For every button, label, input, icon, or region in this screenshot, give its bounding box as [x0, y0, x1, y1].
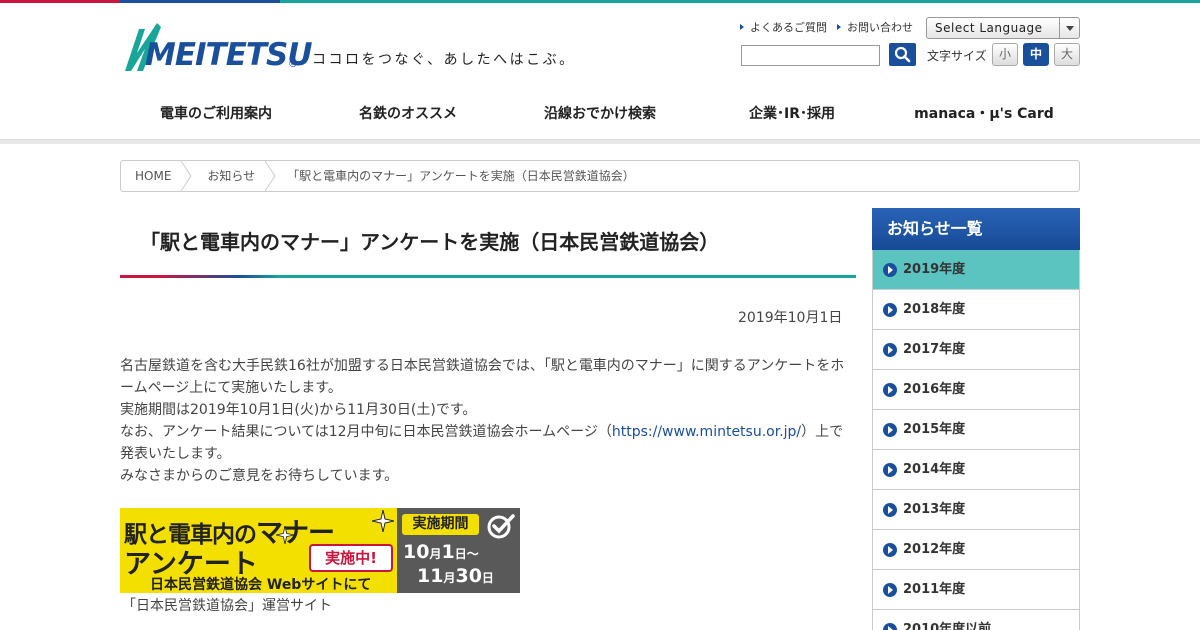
sidebar-item-2016[interactable]: 2016年度 [873, 370, 1079, 410]
arrow-right-icon [883, 623, 897, 630]
top-accent-bar [0, 0, 1200, 3]
sidebar-item-2015[interactable]: 2015年度 [873, 410, 1079, 450]
language-select[interactable]: Select Language [926, 17, 1080, 39]
contact-link[interactable]: お問い合わせ [837, 19, 913, 35]
article-date: 2019年10月1日 [738, 310, 843, 326]
nav-item-outing-search[interactable]: 沿線おでかけ検索 [504, 96, 696, 132]
breadcrumb: HOME お知らせ 「駅と電車内のマナー」アンケートを実施（日本民営鉄道協会） [120, 160, 1080, 192]
language-select-label: Select Language [935, 21, 1043, 35]
sidebar-list: 2019年度 2018年度 2017年度 2016年度 2015年度 2014年… [872, 250, 1080, 630]
sparkle-icon [276, 526, 294, 544]
banner-end-date: 11月30日 [417, 565, 494, 587]
breadcrumb-separator-icon [181, 161, 193, 191]
arrow-right-icon [883, 303, 897, 317]
sidebar-item-2017[interactable]: 2017年度 [873, 330, 1079, 370]
arrow-right-icon [883, 383, 897, 397]
sidebar-item-2011[interactable]: 2011年度 [873, 570, 1079, 610]
breadcrumb-home[interactable]: HOME [121, 161, 193, 191]
banner-subtitle: 日本民営鉄道協会 Webサイトにて [150, 577, 372, 593]
search-icon [894, 46, 911, 63]
breadcrumb-current: 「駅と電車内のマナー」アンケートを実施（日本民営鉄道協会） [287, 169, 635, 183]
arrow-right-icon [883, 343, 897, 357]
mintetsu-link[interactable]: https://www.mintetsu.or.jp/ [612, 424, 801, 440]
article-paragraph: なお、アンケート結果については12月中旬に日本民営鉄道協会ホームページ（http… [120, 421, 856, 465]
arrow-right-icon [883, 263, 897, 277]
nav-item-recommend[interactable]: 名鉄のオススメ [312, 96, 504, 132]
arrow-right-icon [883, 543, 897, 557]
arrow-right-icon [883, 583, 897, 597]
global-nav: 電車のご利用案内 名鉄のオススメ 沿線おでかけ検索 企業･IR･採用 manac… [120, 96, 1080, 132]
search-input[interactable] [741, 45, 880, 66]
sidebar-heading: お知らせ一覧 [872, 208, 1080, 250]
faq-link[interactable]: よくあるご質問 [740, 19, 827, 35]
title-underline [120, 275, 856, 278]
banner-start-date: 10月1日～ [403, 541, 479, 563]
article-paragraph: 名古屋鉄道を含む大手民鉄16社が加盟する日本民営鉄道協会では、「駅と電車内のマナ… [120, 358, 845, 396]
arrow-right-icon [883, 503, 897, 517]
article-body: 名古屋鉄道を含む大手民鉄16社が加盟する日本民営鉄道協会では、「駅と電車内のマナ… [120, 355, 856, 487]
breadcrumb-separator-icon [265, 161, 276, 191]
sidebar-item-2019[interactable]: 2019年度 [873, 250, 1079, 290]
article-paragraph: みなさまからのご意見をお待ちしています。 [120, 468, 399, 484]
logo-wordmark: MEITETSU [145, 37, 313, 73]
check-circle-icon [487, 514, 515, 539]
sparkle-icon [372, 510, 394, 532]
article-text: なお、アンケート結果については12月中旬に日本民営鉄道協会ホームページ（ [120, 424, 612, 440]
article-paragraph: 実施期間は2019年10月1日(火)から11月30日(土)です。 [120, 402, 477, 418]
banner-left-panel: 駅と電車内のマナー アンケート 実施中! 日本民営鉄道協会 Webサイトにて [120, 508, 397, 593]
arrow-right-icon [883, 463, 897, 477]
breadcrumb-news-label: お知らせ [207, 169, 256, 183]
font-size-small-button[interactable]: 小 [992, 43, 1018, 66]
font-size-large-button[interactable]: 大 [1054, 43, 1080, 66]
tagline: ココロをつなぐ、あしたへはこぶ。 [312, 52, 576, 68]
sidebar-item-2010-earlier[interactable]: 2010年度以前 [873, 610, 1079, 630]
nav-item-corporate[interactable]: 企業･IR･採用 [696, 96, 888, 132]
banner-period-label: 実施期間 [402, 514, 479, 535]
breadcrumb-news[interactable]: お知らせ [193, 161, 277, 191]
banner-ongoing-badge: 実施中! [309, 544, 393, 572]
sidebar-item-2018[interactable]: 2018年度 [873, 290, 1079, 330]
font-size-medium-button[interactable]: 中 [1023, 43, 1049, 66]
page-title: 「駅と電車内のマナー」アンケートを実施（日本民営鉄道協会） [140, 230, 720, 254]
sidebar-item-2014[interactable]: 2014年度 [873, 450, 1079, 490]
banner-right-panel: 実施期間 10月1日～ 11月30日 [397, 508, 520, 593]
sidebar-item-2013[interactable]: 2013年度 [873, 490, 1079, 530]
nav-item-train-guide[interactable]: 電車のご利用案内 [120, 96, 312, 132]
survey-banner[interactable]: 駅と電車内のマナー アンケート 実施中! 日本民営鉄道協会 Webサイトにて 実… [120, 508, 520, 593]
arrow-right-icon [883, 423, 897, 437]
logo-registered-mark: ® [288, 59, 298, 70]
breadcrumb-home-label: HOME [135, 169, 172, 183]
chevron-down-icon [1059, 18, 1079, 38]
font-size-label: 文字サイズ [927, 49, 987, 63]
nav-divider [0, 139, 1200, 144]
search-button[interactable] [889, 43, 916, 66]
meitetsu-logo[interactable]: MEITETSU ® [123, 23, 313, 73]
sidebar-item-2012[interactable]: 2012年度 [873, 530, 1079, 570]
nav-item-manaca[interactable]: manaca・μ's Card [888, 96, 1080, 132]
utility-links: よくあるご質問 お問い合わせ [740, 19, 913, 35]
banner-caption: 「日本民営鉄道協会」運営サイト [122, 598, 332, 614]
